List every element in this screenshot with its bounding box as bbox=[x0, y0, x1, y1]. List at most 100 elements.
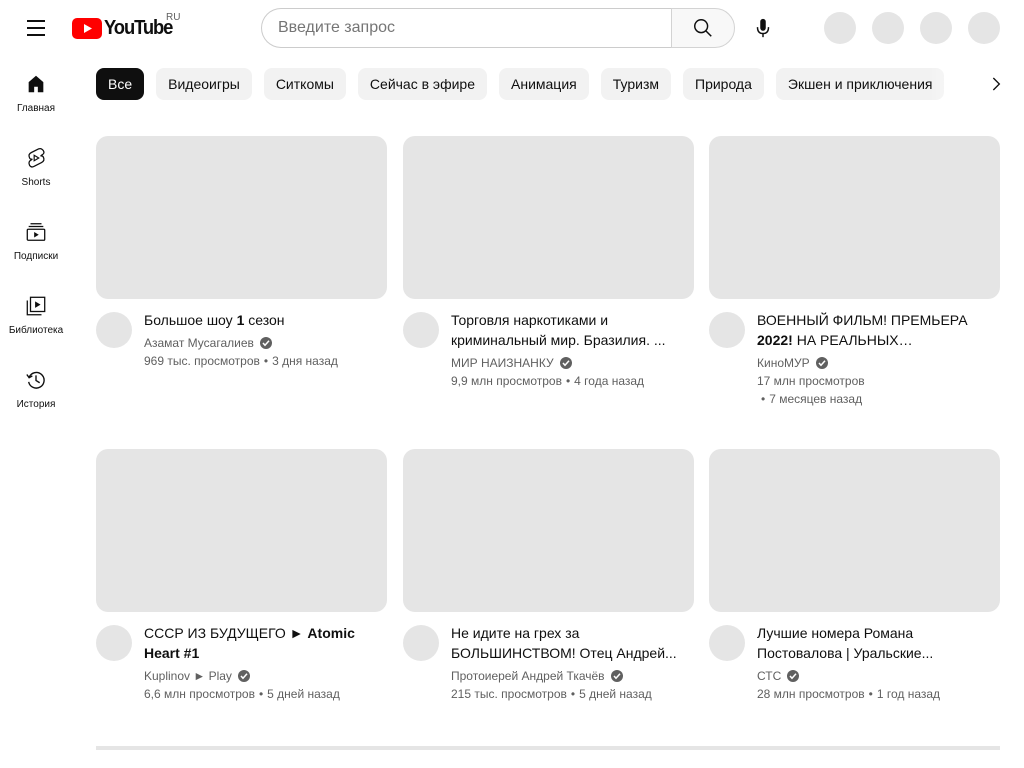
logo-text: YouTube bbox=[104, 16, 173, 39]
publish-date: 5 дней назад bbox=[567, 687, 652, 701]
sidebar-item-library[interactable]: Библиотека bbox=[0, 278, 72, 352]
channel-avatar[interactable] bbox=[709, 312, 745, 348]
video-stats: 17 млн просмотров 7 месяцев назад bbox=[757, 372, 992, 408]
chips-scroll-right-button[interactable] bbox=[976, 64, 1016, 104]
sidebar-item-home[interactable]: Главная bbox=[0, 56, 72, 130]
video-card: Не идите на грех за БОЛЬШИНСТВОМ! Отец А… bbox=[403, 449, 694, 745]
home-icon bbox=[28, 75, 44, 93]
search-input[interactable] bbox=[261, 8, 672, 48]
verified-badge-icon bbox=[237, 670, 250, 682]
channel-name[interactable]: Азамат Мусагалиев bbox=[144, 334, 379, 352]
library-icon bbox=[26, 296, 46, 316]
sidebar-item-history[interactable]: История bbox=[0, 352, 72, 426]
chip-bar: Все Видеоигры Ситкомы Сейчас в эфире Ани… bbox=[96, 68, 976, 100]
video-title[interactable]: СССР ИЗ БУДУЩЕГО ► Atomic Heart #1 bbox=[144, 623, 379, 663]
sidebar-item-label: Shorts bbox=[21, 177, 51, 188]
channel-avatar[interactable] bbox=[709, 625, 745, 661]
channel-avatar[interactable] bbox=[403, 625, 439, 661]
video-thumbnail[interactable] bbox=[96, 136, 387, 299]
channel-name[interactable]: Протоиерей Андрей Ткачёв bbox=[451, 667, 686, 685]
video-title[interactable]: Лучшие номера Романа Постовалова | Ураль… bbox=[757, 623, 992, 663]
mini-guide: Главная Shorts Подписки Библиотека Истор… bbox=[0, 56, 72, 426]
hamburger-line bbox=[27, 20, 45, 22]
sidebar-item-label: Главная bbox=[16, 103, 56, 114]
apps-button-placeholder[interactable] bbox=[872, 12, 904, 44]
chip-nature[interactable]: Природа bbox=[683, 68, 764, 100]
sidebar-item-shorts[interactable]: Shorts bbox=[0, 130, 72, 204]
video-card: Большое шоу 1 сезон Азамат Мусагалиев 96… bbox=[96, 136, 387, 432]
view-count: 9,9 млн просмотров bbox=[451, 374, 562, 388]
sidebar-item-label: Библиотека bbox=[8, 325, 64, 336]
video-thumbnail[interactable] bbox=[709, 136, 1000, 299]
chip-action-adventure[interactable]: Экшен и приключения bbox=[775, 68, 945, 100]
chip-bar-fade bbox=[930, 64, 980, 104]
chip-tourism[interactable]: Туризм bbox=[600, 68, 671, 100]
guide-menu-button[interactable] bbox=[16, 8, 56, 48]
video-stats: 969 тыс. просмотров3 дня назад bbox=[144, 352, 379, 370]
chip-sitcoms[interactable]: Ситкомы bbox=[263, 68, 346, 100]
sidebar-item-label: История bbox=[16, 399, 56, 410]
publish-date: 1 год назад bbox=[865, 687, 940, 701]
video-stats: 6,6 млн просмотров5 дней назад bbox=[144, 685, 379, 703]
video-thumbnail[interactable] bbox=[709, 449, 1000, 612]
subscriptions-icon bbox=[26, 223, 46, 241]
section-divider bbox=[96, 746, 1000, 750]
verified-badge-icon bbox=[815, 357, 828, 369]
sidebar-item-subscriptions[interactable]: Подписки bbox=[0, 204, 72, 278]
channel-name[interactable]: СТС bbox=[757, 667, 992, 685]
video-stats: 215 тыс. просмотров5 дней назад bbox=[451, 685, 686, 703]
video-title[interactable]: Не идите на грех за БОЛЬШИНСТВОМ! Отец А… bbox=[451, 623, 686, 663]
publish-date: 7 месяцев назад bbox=[757, 392, 862, 406]
channel-avatar[interactable] bbox=[96, 312, 132, 348]
verified-badge-icon bbox=[610, 670, 623, 682]
video-card: Лучшие номера Романа Постовалова | Ураль… bbox=[709, 449, 1000, 745]
search-button[interactable] bbox=[671, 8, 735, 48]
view-count: 969 тыс. просмотров bbox=[144, 354, 260, 368]
channel-name[interactable]: МИР НАИЗНАНКУ bbox=[451, 354, 686, 372]
video-stats: 9,9 млн просмотров4 года назад bbox=[451, 372, 686, 390]
video-card: Торговля наркотиками и криминальный мир.… bbox=[403, 136, 694, 432]
publish-date: 4 года назад bbox=[562, 374, 644, 388]
chip-animation[interactable]: Анимация bbox=[499, 68, 589, 100]
channel-avatar[interactable] bbox=[403, 312, 439, 348]
youtube-play-logo-icon bbox=[72, 17, 102, 39]
chip-live[interactable]: Сейчас в эфире bbox=[357, 68, 487, 100]
logo-country-code: RU bbox=[166, 12, 181, 23]
publish-date: 5 дней назад bbox=[255, 687, 340, 701]
channel-name[interactable]: Kuplinov ► Play bbox=[144, 667, 379, 685]
chip-all[interactable]: Все bbox=[96, 68, 145, 100]
video-title[interactable]: Торговля наркотиками и криминальный мир.… bbox=[451, 310, 686, 350]
channel-avatar[interactable] bbox=[96, 625, 132, 661]
view-count: 6,6 млн просмотров bbox=[144, 687, 255, 701]
chevron-right-icon bbox=[992, 77, 1001, 91]
view-count: 17 млн просмотров bbox=[757, 374, 865, 388]
video-thumbnail[interactable] bbox=[403, 136, 694, 299]
video-title[interactable]: ВОЕННЫЙ ФИЛЬМ! ПРЕМЬЕРА 2022! НА РЕАЛЬНЫ… bbox=[757, 310, 992, 350]
view-count: 215 тыс. просмотров bbox=[451, 687, 567, 701]
youtube-logo[interactable]: YouTube bbox=[72, 16, 178, 40]
search-icon bbox=[694, 19, 712, 37]
masthead: YouTube RU bbox=[0, 0, 1024, 56]
publish-date: 3 дня назад bbox=[260, 354, 338, 368]
chip-videogames[interactable]: Видеоигры bbox=[156, 68, 252, 100]
voice-search-button[interactable] bbox=[743, 8, 783, 48]
channel-name[interactable]: КиноМУР bbox=[757, 354, 992, 372]
verified-badge-icon bbox=[787, 670, 800, 682]
video-stats: 28 млн просмотров1 год назад bbox=[757, 685, 992, 703]
avatar[interactable] bbox=[968, 12, 1000, 44]
video-card: СССР ИЗ БУДУЩЕГО ► Atomic Heart #1 Kupli… bbox=[96, 449, 387, 745]
video-title[interactable]: Большое шоу 1 сезон bbox=[144, 310, 379, 330]
hamburger-line bbox=[27, 34, 45, 36]
history-icon bbox=[26, 371, 45, 389]
view-count: 28 млн просмотров bbox=[757, 687, 865, 701]
shorts-icon bbox=[28, 147, 45, 168]
sidebar-item-label: Подписки bbox=[13, 251, 59, 262]
video-thumbnail[interactable] bbox=[96, 449, 387, 612]
create-button-placeholder[interactable] bbox=[824, 12, 856, 44]
hamburger-line bbox=[27, 27, 45, 29]
notifications-button-placeholder[interactable] bbox=[920, 12, 952, 44]
microphone-icon bbox=[756, 18, 770, 38]
verified-badge-icon bbox=[559, 357, 572, 369]
video-thumbnail[interactable] bbox=[403, 449, 694, 612]
video-card: ВОЕННЫЙ ФИЛЬМ! ПРЕМЬЕРА 2022! НА РЕАЛЬНЫ… bbox=[709, 136, 1000, 432]
